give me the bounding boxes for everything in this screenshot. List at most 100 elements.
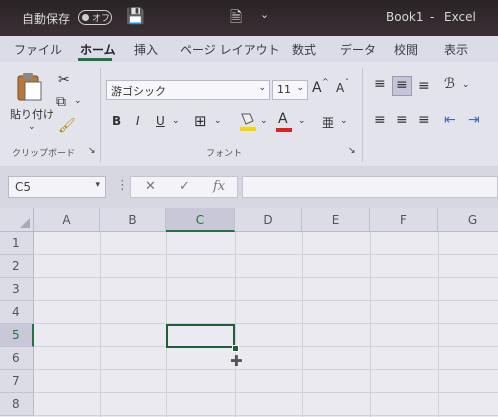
save-icon[interactable]: 💾 xyxy=(126,7,145,25)
tab-review[interactable]: 校閲 xyxy=(394,41,418,58)
paste-icon[interactable] xyxy=(12,70,46,104)
borders-dropdown-icon[interactable]: ⌄ xyxy=(214,116,222,126)
phonetic-button[interactable]: 亜 xyxy=(322,114,334,131)
grow-font-button[interactable]: A xyxy=(312,80,322,96)
font-color-dropdown-icon[interactable]: ⌄ xyxy=(298,116,306,126)
chevron-down-icon: ⌄ xyxy=(258,83,266,93)
row-header-2[interactable]: 2 xyxy=(0,255,34,278)
app-name: Excel xyxy=(444,10,476,24)
insert-function-button[interactable]: fx xyxy=(213,179,225,194)
gridline xyxy=(34,277,498,278)
group-separator xyxy=(362,68,363,162)
align-bottom-icon[interactable]: ≡ xyxy=(418,78,430,94)
column-header-f[interactable]: F xyxy=(370,208,438,232)
decrease-indent-icon[interactable]: ⇤ xyxy=(444,112,456,128)
gridline xyxy=(100,232,101,417)
column-header-b[interactable]: B xyxy=(100,208,166,232)
selected-cell-c5[interactable] xyxy=(166,324,235,348)
select-all-icon xyxy=(20,218,30,228)
font-size-value: 11 xyxy=(277,83,291,96)
font-family-value: 游ゴシック xyxy=(111,85,166,98)
align-right-icon[interactable]: ≡ xyxy=(418,112,430,128)
row-header-4[interactable]: 4 xyxy=(0,301,34,324)
row-header-1[interactable]: 1 xyxy=(0,232,34,255)
increase-indent-icon[interactable]: ⇥ xyxy=(468,112,480,128)
tab-file[interactable]: ファイル xyxy=(14,41,62,58)
gridline xyxy=(370,232,371,417)
font-launcher-icon[interactable]: ↘ xyxy=(348,146,356,156)
clipboard-launcher-icon[interactable]: ↘ xyxy=(88,146,96,156)
font-group-label: フォント xyxy=(206,149,243,159)
autosave-label: 自動保存 xyxy=(22,12,71,26)
tab-home[interactable]: ホーム xyxy=(80,41,116,58)
file-icon[interactable]: 🗎 xyxy=(230,7,242,32)
gridline xyxy=(34,392,498,393)
phonetic-dropdown-icon[interactable]: ⌄ xyxy=(340,116,348,126)
paste-dropdown-icon[interactable]: ⌄ xyxy=(28,122,36,132)
orientation-dropdown-icon[interactable]: ⌄ xyxy=(462,80,470,90)
column-header-c[interactable]: C xyxy=(166,208,235,232)
name-box-value: C5 xyxy=(15,180,32,194)
column-header-d[interactable]: D xyxy=(235,208,302,232)
customize-toolbar-icon[interactable]: ⌄ xyxy=(260,8,269,21)
name-box[interactable]: C5 ▾ xyxy=(8,176,106,198)
cut-icon[interactable]: ✂ xyxy=(58,72,70,88)
tab-page-layout[interactable]: ページ レイアウト xyxy=(180,41,280,58)
orientation-icon[interactable]: ℬ xyxy=(444,76,455,92)
align-left-icon[interactable]: ≡ xyxy=(374,112,386,128)
autosave-state: オフ xyxy=(92,14,111,24)
ribbon-tabs: ファイル ホーム 挿入 ページ レイアウト 数式 データ 校閲 表示 xyxy=(0,36,498,62)
tab-insert[interactable]: 挿入 xyxy=(134,41,158,58)
row-header-6[interactable]: 6 xyxy=(0,347,34,370)
more-options-icon[interactable]: ⋮ xyxy=(116,178,129,193)
fill-dropdown-icon[interactable]: ⌄ xyxy=(260,116,268,126)
document-title: Book1 xyxy=(386,10,424,24)
copy-dropdown-icon[interactable]: ⌄ xyxy=(74,96,82,106)
copy-icon[interactable]: ⧉ xyxy=(56,94,66,110)
shrink-font-button[interactable]: A xyxy=(336,81,344,95)
underline-dropdown-icon[interactable]: ⌄ xyxy=(172,116,180,126)
active-tab-indicator xyxy=(78,58,112,61)
align-top-icon[interactable]: ≡ xyxy=(374,76,386,92)
chevron-down-icon: ▾ xyxy=(95,180,100,190)
column-header-a[interactable]: A xyxy=(34,208,100,232)
select-all-corner[interactable] xyxy=(0,208,34,232)
row-header-7[interactable]: 7 xyxy=(0,370,34,393)
shrink-arrow-icon: ˇ xyxy=(345,78,349,87)
worksheet-grid[interactable]: A B C D E F G 1 2 3 4 5 6 7 8 ✚ xyxy=(0,208,498,417)
gridline xyxy=(34,346,498,347)
column-header-g[interactable]: G xyxy=(438,208,498,232)
italic-button[interactable]: I xyxy=(136,114,140,128)
row-header-3[interactable]: 3 xyxy=(0,278,34,301)
tab-view[interactable]: 表示 xyxy=(444,41,468,58)
row-header-8[interactable]: 8 xyxy=(0,393,34,416)
autosave-toggle[interactable]: オフ xyxy=(78,10,112,25)
font-color-button[interactable]: A xyxy=(278,111,288,127)
enter-button[interactable]: ✓ xyxy=(179,179,190,194)
bold-button[interactable]: B xyxy=(112,114,121,128)
gridline xyxy=(34,415,498,416)
formula-buttons: ✕ ✓ fx xyxy=(130,176,238,198)
title-bar: 自動保存 オフ 💾 🗎 ⌄ Book1 - Excel xyxy=(0,0,498,36)
tab-formulas[interactable]: 数式 xyxy=(292,41,316,58)
align-center-icon[interactable]: ≡ xyxy=(396,112,408,128)
fill-color-icon[interactable] xyxy=(238,110,258,132)
gridline xyxy=(34,254,498,255)
chevron-down-icon: ⌄ xyxy=(296,83,304,93)
formula-input[interactable] xyxy=(242,176,498,198)
format-painter-icon[interactable]: 🖌 xyxy=(58,118,76,134)
column-header-e[interactable]: E xyxy=(302,208,370,232)
font-size-select[interactable]: 11 ⌄ xyxy=(272,80,308,100)
group-separator xyxy=(100,68,101,162)
borders-icon[interactable]: ⊞ xyxy=(194,112,207,130)
paste-label[interactable]: 貼り付け xyxy=(10,106,54,122)
font-family-select[interactable]: 游ゴシック ⌄ xyxy=(106,80,270,100)
fill-handle[interactable] xyxy=(232,345,239,352)
cancel-button[interactable]: ✕ xyxy=(145,179,156,194)
underline-button[interactable]: U xyxy=(156,114,165,128)
title-separator: - xyxy=(430,10,435,24)
align-middle-icon[interactable]: ≡ xyxy=(396,77,408,93)
tab-data[interactable]: データ xyxy=(340,41,376,58)
row-header-5[interactable]: 5 xyxy=(0,324,34,347)
gridline xyxy=(438,232,439,417)
